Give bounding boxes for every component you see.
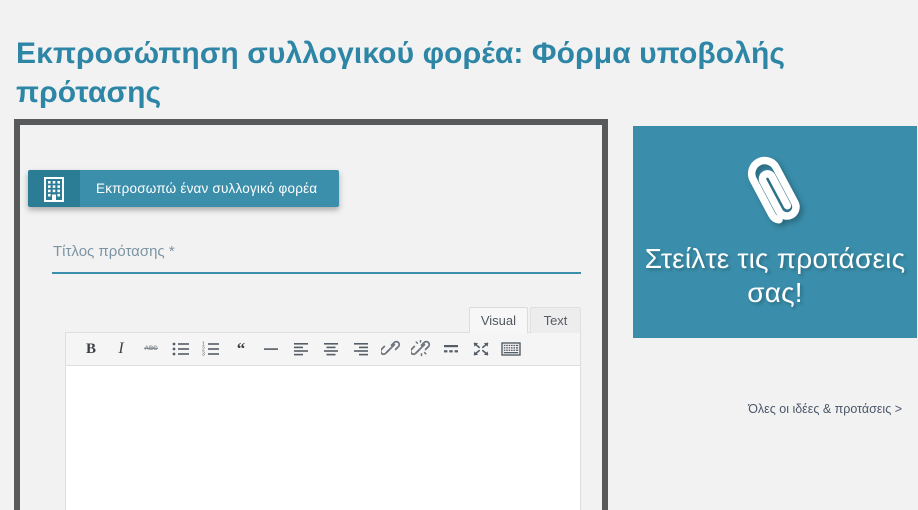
- tab-text[interactable]: Text: [530, 307, 581, 333]
- all-ideas-link[interactable]: Όλες οι ιδέες & προτάσεις >: [748, 402, 902, 416]
- editor-content-area[interactable]: [66, 366, 580, 510]
- toolbar-toggle-icon[interactable]: [496, 334, 526, 364]
- bulleted-list-icon[interactable]: [166, 334, 196, 364]
- strikethrough-icon[interactable]: ABC: [136, 334, 166, 364]
- proposal-title-input[interactable]: Τίτλος πρότασης *: [52, 238, 581, 274]
- editor-box: B I ABC 1 2 3 “: [65, 332, 581, 510]
- editor-toolbar: B I ABC 1 2 3 “: [66, 333, 580, 366]
- italic-icon[interactable]: I: [106, 334, 136, 364]
- page-title: Εκπροσώπηση συλλογικού φορέα: Φόρμα υποβ…: [16, 37, 786, 110]
- fullscreen-icon[interactable]: [466, 334, 496, 364]
- tab-label: Εκπροσωπώ έναν συλλογικό φορέα: [80, 170, 340, 207]
- insert-read-more-icon[interactable]: [436, 334, 466, 364]
- editor-mode-tabs: Visual Text: [468, 307, 581, 333]
- page-root: Εκπροσώπηση συλλογικού φορέα: Φόρμα υποβ…: [0, 0, 918, 510]
- align-left-icon[interactable]: [286, 334, 316, 364]
- align-right-icon[interactable]: [346, 334, 376, 364]
- remove-link-icon[interactable]: [406, 334, 436, 364]
- svg-text:ABC: ABC: [145, 346, 159, 352]
- numbered-list-icon[interactable]: 1 2 3: [196, 334, 226, 364]
- send-proposals-label: Στείλτε τις προτάσεις σας!: [644, 243, 906, 308]
- bold-icon[interactable]: B: [76, 334, 106, 364]
- tab-visual[interactable]: Visual: [468, 307, 528, 333]
- paperclip-icon: [732, 150, 818, 236]
- content-editor: Visual Text B I ABC 1 2 3 “: [52, 307, 581, 510]
- proposal-form-panel: Εκπροσωπώ έναν συλλογικό φορέα Τίτλος πρ…: [14, 119, 608, 510]
- tab-represent-collective-body[interactable]: Εκπροσωπώ έναν συλλογικό φορέα: [28, 170, 340, 207]
- building-icon: [28, 170, 80, 207]
- send-proposals-cta[interactable]: Στείλτε τις προτάσεις σας!: [633, 126, 917, 338]
- proposal-title-underline: [52, 272, 581, 274]
- insert-link-icon[interactable]: [376, 334, 406, 364]
- svg-text:3: 3: [202, 352, 205, 357]
- blockquote-icon[interactable]: “: [226, 334, 256, 364]
- svg-text:“: “: [237, 341, 246, 357]
- align-center-icon[interactable]: [316, 334, 346, 364]
- proposal-title-placeholder: Τίτλος πρότασης *: [53, 243, 175, 260]
- horizontal-rule-icon[interactable]: [256, 334, 286, 364]
